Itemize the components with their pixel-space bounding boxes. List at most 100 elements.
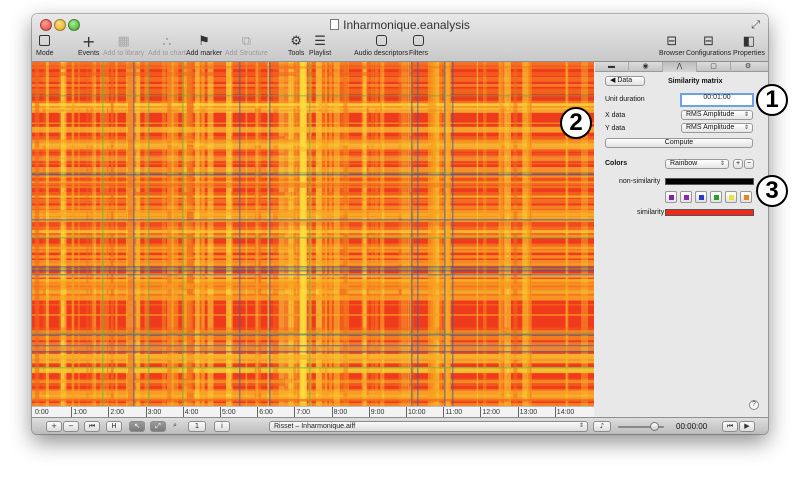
window-title: Inharmonique.eanalysis — [32, 18, 768, 32]
app-window: Inharmonique.eanalysis ⤢ Mode + Events ▦… — [32, 14, 768, 434]
palette-swatch[interactable] — [710, 191, 722, 203]
help-icon[interactable]: ? — [749, 400, 759, 410]
remove-color-button[interactable]: − — [744, 159, 754, 169]
tab-analysis[interactable]: ⋀ — [663, 62, 697, 72]
mode-label: Mode — [36, 50, 54, 57]
similarity-color-well[interactable] — [665, 209, 754, 216]
time-ruler[interactable]: 0:00 1:00 2:00 3:00 4:00 5:00 6:00 7:00 8:00 9:00… — [32, 406, 594, 418]
x-data-select[interactable]: RMS Amplitude ⇕ — [681, 110, 753, 120]
palette-swatch[interactable] — [680, 191, 692, 203]
add-structure-label: Add Structure — [225, 50, 268, 57]
volume-icon[interactable]: ♪ — [593, 421, 611, 432]
pointer-tool-button[interactable]: ↖ — [129, 421, 145, 432]
palette-swatch[interactable] — [695, 191, 707, 203]
page-button[interactable]: 1 — [188, 421, 206, 432]
add-marker-label: Add marker — [186, 50, 223, 57]
time-display: 00:00:00 — [676, 422, 708, 431]
palette-swatch[interactable] — [725, 191, 737, 203]
events-label: Events — [78, 50, 100, 57]
list-icon: ☰ — [314, 34, 326, 49]
unit-duration-label: Unit duration — [605, 96, 645, 103]
tab-display[interactable]: ▬ — [595, 62, 629, 72]
configurations-icon: ⊟ — [703, 34, 715, 49]
palette-swatch-color — [699, 195, 704, 200]
remove-button[interactable]: − — [63, 421, 79, 432]
properties-panel: ▬ ◉ ⋀ ▢ ⚙ ◀ Data Similarity matrix Unit … — [595, 62, 768, 417]
unit-duration-input[interactable]: 00:01:00 — [680, 93, 754, 107]
panel-header: Similarity matrix — [668, 78, 723, 85]
mode-button[interactable]: Mode — [36, 35, 54, 57]
configurations-label: Configurations — [686, 50, 732, 57]
document-icon — [330, 19, 340, 30]
audio-file-select[interactable]: Risset – Inharmonique.aiff ⇕ — [269, 421, 588, 432]
tab-frame[interactable]: ▢ — [697, 62, 731, 72]
tools-label: Tools — [288, 50, 305, 57]
add-color-button[interactable]: + — [733, 159, 743, 169]
volume-slider-knob[interactable] — [650, 422, 659, 431]
non-similarity-color-well[interactable] — [665, 178, 754, 185]
bottom-toolbar: + − ⏮ H ↖ ⤢ ⌕ 1 i Risset – Inharmonique.… — [32, 417, 768, 434]
x-data-label: X data — [605, 112, 626, 119]
structure-icon: ⧉ — [241, 34, 252, 49]
add-to-chart-button[interactable]: ⛬ Add to chart — [148, 34, 186, 58]
palette-swatch[interactable] — [665, 191, 677, 203]
audio-file-name: Risset – Inharmonique.aiff — [274, 423, 356, 430]
tools-button[interactable]: ⚙ Tools — [288, 34, 305, 58]
y-data-select[interactable]: RMS Amplitude ⇕ — [681, 123, 753, 133]
add-to-library-label: Add to library — [103, 50, 145, 57]
flag-icon: ⚑ — [198, 34, 210, 49]
colors-label: Colors — [605, 160, 628, 167]
back-to-data-button[interactable]: ◀ Data — [605, 76, 645, 86]
similarity-matrix-canvas[interactable] — [32, 62, 594, 406]
tab-view[interactable]: ◉ — [629, 62, 663, 72]
zoom-icon[interactable]: ⌕ — [169, 421, 181, 432]
info-button[interactable]: i — [214, 421, 230, 432]
y-data-label: Y data — [605, 125, 626, 132]
add-to-library-button[interactable]: ▦ Add to library — [103, 35, 145, 58]
properties-label: Properties — [733, 50, 765, 57]
playlist-label: Playlist — [309, 50, 332, 57]
similarity-label: similarity — [637, 209, 665, 216]
add-to-chart-label: Add to chart — [148, 50, 186, 57]
similarity-matrix-view[interactable] — [32, 62, 594, 417]
plus-icon: + — [82, 32, 96, 51]
fullscreen-icon[interactable]: ⤢ — [751, 19, 760, 32]
add-button[interactable]: + — [46, 421, 62, 432]
callout-3: 3 — [756, 175, 788, 207]
palette-swatch-color — [729, 195, 734, 200]
y-data-value: RMS Amplitude — [686, 124, 735, 131]
add-structure-button[interactable]: ⧉ Add Structure — [225, 34, 268, 58]
previous-button[interactable]: ⏮ — [722, 421, 738, 432]
palette-swatch-color — [684, 195, 689, 200]
filters-label: Filters — [409, 50, 429, 57]
tab-settings[interactable]: ⚙ — [731, 62, 765, 72]
window-title-text: Inharmonique.eanalysis — [343, 18, 470, 32]
compute-button[interactable]: Compute — [605, 138, 753, 148]
filters-button[interactable]: Filters — [409, 35, 428, 57]
select-arrows-icon: ⇕ — [743, 112, 749, 118]
play-button[interactable]: ▶ — [739, 421, 755, 432]
expand-tool-button[interactable]: ⤢ — [150, 421, 166, 432]
audio-descriptors-button[interactable]: Audio descriptors — [354, 35, 408, 57]
gear-icon: ⚙ — [290, 34, 302, 49]
callout-2: 2 — [560, 107, 592, 139]
browser-label: Browser — [659, 50, 685, 57]
palette-swatch-color — [714, 195, 719, 200]
rewind-button[interactable]: ⏮ — [84, 421, 100, 432]
select-arrows-icon: ⇕ — [719, 161, 725, 167]
callout-1: 1 — [756, 84, 788, 116]
browser-button[interactable]: ⊟ Browser — [659, 35, 685, 58]
colors-select[interactable]: Rainbow ⇕ — [665, 159, 729, 169]
audio-descriptors-label: Audio descriptors — [354, 50, 409, 57]
playlist-button[interactable]: ☰ Playlist — [309, 34, 332, 58]
palette-swatch-color — [744, 195, 749, 200]
add-marker-button[interactable]: ⚑ Add marker — [186, 34, 223, 58]
select-arrows-icon: ⇕ — [743, 125, 749, 131]
palette-swatch[interactable] — [740, 191, 752, 203]
frame-button[interactable]: H — [106, 421, 122, 432]
chart-icon: ⛬ — [162, 34, 172, 49]
properties-button[interactable]: ◧ Properties — [733, 35, 765, 58]
configurations-button[interactable]: ⊟ Configurations — [686, 34, 732, 58]
events-button[interactable]: + Events — [78, 32, 100, 58]
select-arrows-icon: ⇕ — [578, 423, 584, 429]
